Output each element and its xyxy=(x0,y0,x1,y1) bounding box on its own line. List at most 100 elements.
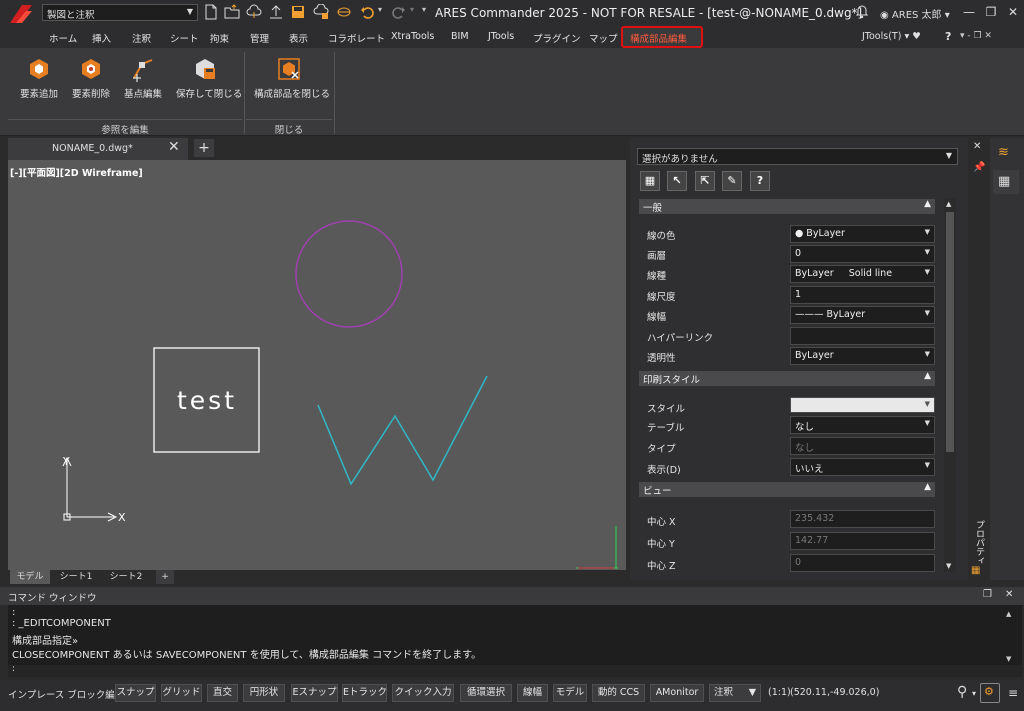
lineweight-toggle[interactable]: 線幅 xyxy=(517,684,548,702)
redo-icon[interactable] xyxy=(390,4,406,20)
close-icon[interactable]: ✕ xyxy=(1005,589,1013,600)
help-button[interactable]: ? xyxy=(750,171,770,191)
tab-plugins[interactable]: プラグイン xyxy=(533,31,581,45)
drawing-canvas[interactable]: test Y X xyxy=(8,160,626,570)
ortho-toggle[interactable]: 直交 xyxy=(207,684,238,702)
location-pin-icon[interactable]: ⚲ xyxy=(957,684,967,700)
model-toggle[interactable]: モデル xyxy=(553,684,587,702)
tab-insert[interactable]: 挿入 xyxy=(92,31,111,45)
prop-hyperlink-field[interactable] xyxy=(790,327,935,345)
jtools-dropdown[interactable]: JTools(T) ▾ ♥ xyxy=(862,31,921,42)
selection-dropdown[interactable]: 選択がありません ▼ xyxy=(637,148,958,165)
restore-button[interactable]: ❐ xyxy=(982,3,1000,21)
ares-logo-icon[interactable] xyxy=(8,3,34,25)
help-button[interactable]: ? xyxy=(945,30,951,43)
esnap-toggle[interactable]: Eスナップ xyxy=(291,684,338,702)
prop-label: 線種 xyxy=(647,271,667,282)
tab-view[interactable]: 表示 xyxy=(289,31,308,45)
scrollbar-thumb[interactable] xyxy=(946,212,954,452)
float-window-icon[interactable]: ❐ xyxy=(983,589,992,600)
cycle-select-toggle[interactable]: 循環選択 xyxy=(460,684,512,702)
tab-manage[interactable]: 管理 xyxy=(250,31,269,45)
add-entity-button[interactable]: 要素追加 xyxy=(13,56,65,100)
prop-value: 142.77 xyxy=(795,535,829,546)
layout-tab-model[interactable]: モデル xyxy=(10,570,50,584)
minimize-button[interactable]: — xyxy=(960,3,978,21)
section-view-header[interactable]: ビュー ▲ xyxy=(639,482,935,497)
close-panel-icon[interactable]: ✕ xyxy=(973,141,981,152)
prop-linetype-field[interactable]: ByLayer Solid line ▼ xyxy=(790,265,935,283)
redo-dropdown-icon[interactable]: ▾ xyxy=(410,5,414,14)
quick-select-icon[interactable]: ▦ xyxy=(640,171,660,191)
annotation-scale-dropdown[interactable]: 注釈 ▼ xyxy=(709,684,761,702)
prop-color-field[interactable]: ● ByLayer ▼ xyxy=(790,225,935,243)
quick-input-toggle[interactable]: クイック入力 xyxy=(392,684,454,702)
save-and-close-button[interactable]: 保存して閉じる xyxy=(176,56,242,100)
menu-icon[interactable]: ≡ xyxy=(1008,686,1018,700)
select-objects-icon[interactable]: ↖ xyxy=(667,171,687,191)
layout-tab-sheet1[interactable]: シート1 xyxy=(54,570,98,584)
tab-home[interactable]: ホーム xyxy=(49,31,77,45)
pin-icon[interactable]: 📌 xyxy=(973,162,985,173)
match-properties-icon[interactable]: ✎ xyxy=(722,171,742,191)
chevron-down-icon[interactable]: ▾ xyxy=(972,689,976,698)
mdi-window-controls[interactable]: ▾ - ❐ ✕ xyxy=(960,31,992,41)
customize-qat-icon[interactable]: ▾ xyxy=(422,5,426,14)
tab-bim[interactable]: BIM xyxy=(451,31,469,42)
snap-toggle[interactable]: スナップ xyxy=(115,684,156,702)
new-file-icon[interactable] xyxy=(203,4,219,20)
layers-icon[interactable]: ≋ xyxy=(998,145,1009,160)
tab-sheet[interactable]: シート xyxy=(170,31,199,45)
notification-bell-icon[interactable] xyxy=(854,3,870,19)
tab-collaborate[interactable]: コラボレート xyxy=(328,31,385,45)
grid-toggle[interactable]: グリッド xyxy=(161,684,202,702)
close-tab-icon[interactable]: ✕ xyxy=(168,139,180,155)
save-icon[interactable] xyxy=(290,4,306,20)
prop-layer-field[interactable]: 0 ▼ xyxy=(790,245,935,263)
etrack-toggle[interactable]: Eトラック xyxy=(342,684,387,702)
tab-component-edit[interactable]: 構成部品編集 xyxy=(630,31,687,45)
prop-table-field[interactable]: なし ▼ xyxy=(790,416,935,434)
tab-map[interactable]: マップ xyxy=(589,31,618,45)
properties-panel-icon[interactable]: ▦ xyxy=(971,565,980,576)
cloud-icon[interactable] xyxy=(246,4,262,20)
undo-icon[interactable] xyxy=(360,4,376,20)
cloud-save-icon[interactable] xyxy=(313,4,329,20)
polar-toggle[interactable]: 円形状 xyxy=(243,684,285,702)
chevron-down-icon: ▼ xyxy=(924,350,930,358)
scroll-down-icon[interactable]: ▼ xyxy=(946,562,951,570)
command-input[interactable] xyxy=(8,665,1022,677)
tab-constraints[interactable]: 拘束 xyxy=(210,31,229,45)
prop-linescale-field[interactable]: 1 xyxy=(790,286,935,304)
undo-dropdown-icon[interactable]: ▾ xyxy=(378,5,382,14)
view-label[interactable]: [-][平面図][2D Wireframe] xyxy=(10,165,143,179)
amonitor-toggle[interactable]: AMonitor xyxy=(650,684,704,702)
scroll-up-icon[interactable]: ▲ xyxy=(1006,610,1011,618)
remove-entity-button[interactable]: 要素削除 xyxy=(65,56,117,100)
scroll-down-icon[interactable]: ▼ xyxy=(1006,655,1011,663)
toggle-pickadd-icon[interactable]: ⇱ xyxy=(695,171,715,191)
upload-icon[interactable] xyxy=(268,4,284,20)
tab-annotate[interactable]: 注釈 xyxy=(132,31,151,45)
print-icon[interactable] xyxy=(336,4,352,20)
section-print-header[interactable]: 印刷スタイル ▲ xyxy=(639,371,935,386)
close-component-button[interactable]: 構成部品を閉じる xyxy=(254,56,330,100)
prop-style-field[interactable]: ▼ xyxy=(790,397,935,413)
close-button[interactable]: ✕ xyxy=(1004,3,1022,21)
prop-display-field[interactable]: いいえ ▼ xyxy=(790,458,935,476)
new-tab-button[interactable]: + xyxy=(194,139,214,157)
scroll-up-icon[interactable]: ▲ xyxy=(946,200,951,208)
prop-lineweight-field[interactable]: ——— ByLayer ▼ xyxy=(790,306,935,324)
add-layout-button[interactable]: + xyxy=(156,570,174,584)
dynamic-ccs-toggle[interactable]: 動的 CCS xyxy=(592,684,645,702)
base-point-button[interactable]: 基点編集 xyxy=(117,56,169,100)
tab-xtratools[interactable]: XtraTools xyxy=(391,31,434,42)
prop-transparency-field[interactable]: ByLayer ▼ xyxy=(790,347,935,365)
user-account[interactable]: ◉ ARES 太郎 ▾ xyxy=(880,6,950,21)
properties-side-tab[interactable]: プロパティ xyxy=(973,520,986,565)
section-general-header[interactable]: 一般 ▲ xyxy=(639,199,935,214)
open-folder-icon[interactable] xyxy=(224,4,240,20)
layout-tab-sheet2[interactable]: シート2 xyxy=(104,570,148,584)
workspace-dropdown[interactable]: 製図と注釈 ▼ xyxy=(42,4,198,21)
tab-jtools[interactable]: JTools xyxy=(488,31,514,42)
